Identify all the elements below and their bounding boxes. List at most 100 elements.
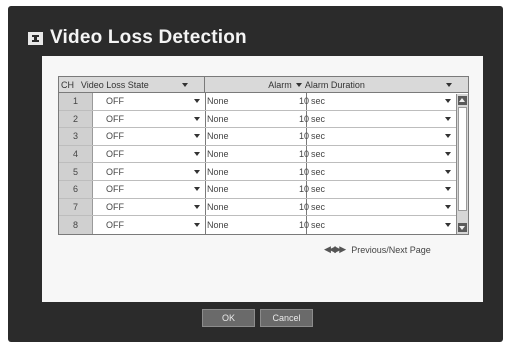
table-row: 8 OFF None 10 sec [59,216,468,234]
alarm-select[interactable]: None 10 [206,128,309,145]
scroll-down-icon[interactable] [458,222,467,232]
video-loss-state-select[interactable]: OFF [93,128,206,145]
chevron-down-icon[interactable] [295,82,302,87]
channel-number: 5 [59,163,93,180]
chevron-down-icon[interactable] [445,134,451,139]
alarm-duration-unit: sec [311,96,326,107]
page-arrows-icon[interactable]: ◀◀ ▶▶ [324,244,346,255]
alarm-duration-number: 10 [298,131,309,142]
chevron-down-icon[interactable] [194,169,200,174]
channel-number: 4 [59,145,93,163]
video-loss-state-select[interactable]: OFF [93,216,206,234]
header-alarm[interactable]: Alarm [205,77,304,92]
detection-table: CH Video Loss State Alarm Alarm Duration… [58,76,469,235]
table-row: 1 OFF None 10 sec [59,93,468,111]
scroll-up-icon[interactable] [458,96,467,105]
alarm-duration-unit: sec [311,149,326,160]
chevron-down-icon[interactable] [445,187,451,192]
video-loss-dialog: Video Loss Detection CH Video Loss State… [8,6,503,342]
channel-number: 1 [59,93,93,110]
chevron-down-icon[interactable] [445,152,451,157]
alarm-duration-number: 10 [298,149,309,160]
alarm-select[interactable]: None 10 [206,216,309,234]
alarm-duration-unit: sec [311,184,326,195]
alarm-duration-unit: sec [311,113,326,124]
alarm-select[interactable]: None 10 [206,199,309,216]
alarm-duration-select[interactable]: sec [306,216,457,234]
alarm-select[interactable]: None 10 [206,111,309,128]
table-row: 6 OFF None 10 sec [59,180,468,199]
chevron-down-icon[interactable] [194,134,200,139]
chevron-down-icon[interactable] [194,152,200,157]
chevron-down-icon[interactable] [194,204,200,209]
vertical-scrollbar[interactable] [456,94,468,234]
chevron-down-icon[interactable] [445,204,451,209]
header-alarm-label: Alarm [268,79,292,90]
header-alarm-duration[interactable]: Alarm Duration [305,77,468,92]
channel-number: 2 [59,110,93,128]
chevron-down-icon[interactable] [445,99,451,104]
video-loss-state-value: OFF [106,113,124,124]
alarm-value: None [207,113,229,124]
header-video-loss-state-label: Video Loss State [80,79,149,90]
alarm-select[interactable]: None 10 [206,181,309,198]
video-loss-state-value: OFF [106,149,124,160]
alarm-duration-select[interactable]: sec [306,93,457,110]
alarm-duration-number: 10 [298,96,309,107]
alarm-select[interactable]: None 10 [206,93,309,110]
video-loss-state-select[interactable]: OFF [93,180,206,198]
chevron-down-icon[interactable] [194,187,200,192]
chevron-down-icon[interactable] [445,116,451,121]
chevron-down-icon[interactable] [194,116,200,121]
scroll-thumb[interactable] [458,107,467,211]
chevron-down-icon[interactable] [194,99,200,104]
header-video-loss-state[interactable]: Video Loss State [79,77,206,92]
content-panel: CH Video Loss State Alarm Alarm Duration… [42,56,483,302]
alarm-select[interactable]: None 10 [206,163,309,180]
chevron-down-icon[interactable] [446,82,453,87]
alarm-duration-unit: sec [311,166,326,177]
alarm-duration-number: 10 [298,113,309,124]
page-navigation[interactable]: ◀◀ ▶▶ Previous/Next Page [324,244,431,255]
alarm-duration-select[interactable]: sec [306,128,457,145]
alarm-value: None [207,201,229,212]
dialog-title: Video Loss Detection [50,27,247,48]
video-loss-state-value: OFF [106,201,124,212]
alarm-value: None [207,166,229,177]
alarm-duration-select[interactable]: sec [306,163,457,180]
alarm-value: None [207,149,229,160]
channel-number: 3 [59,128,93,145]
chevron-down-icon[interactable] [182,82,189,87]
alarm-value: None [207,96,229,107]
alarm-select[interactable]: None 10 [206,146,309,163]
table-body: 1 OFF None 10 sec 2 OFF None 10 sec 3 OFF None 10 sec 4… [59,93,468,234]
chevron-down-icon[interactable] [194,222,200,227]
channel-number: 8 [59,216,93,234]
video-loss-state-select[interactable]: OFF [93,198,206,216]
alarm-duration-select[interactable]: sec [306,198,457,216]
alarm-value: None [207,219,229,230]
alarm-duration-select[interactable]: sec [306,180,457,198]
cancel-button[interactable]: Cancel [260,309,313,327]
table-row: 7 OFF None 10 sec [59,198,468,217]
page-navigation-label: Previous/Next Page [351,244,431,255]
chevron-down-icon[interactable] [445,222,451,227]
video-loss-state-value: OFF [106,166,124,177]
chevron-down-icon[interactable] [445,169,451,174]
video-loss-state-select[interactable]: OFF [93,163,206,180]
alarm-duration-unit: sec [311,131,326,142]
channel-number: 6 [59,180,93,198]
alarm-value: None [207,184,229,195]
table-row: 4 OFF None 10 sec [59,145,468,164]
ok-button[interactable]: OK [202,309,255,327]
header-ch: CH [61,79,74,90]
alarm-duration-number: 10 [298,219,309,230]
video-loss-state-select[interactable]: OFF [93,145,206,163]
video-loss-state-select[interactable]: OFF [93,93,206,110]
alarm-duration-select[interactable]: sec [306,145,457,163]
alarm-duration-select[interactable]: sec [306,110,457,128]
dialog-buttons: OK Cancel [12,309,503,327]
channel-number: 7 [59,198,93,216]
table-row: 3 OFF None 10 sec [59,128,468,146]
video-loss-state-select[interactable]: OFF [93,110,206,128]
